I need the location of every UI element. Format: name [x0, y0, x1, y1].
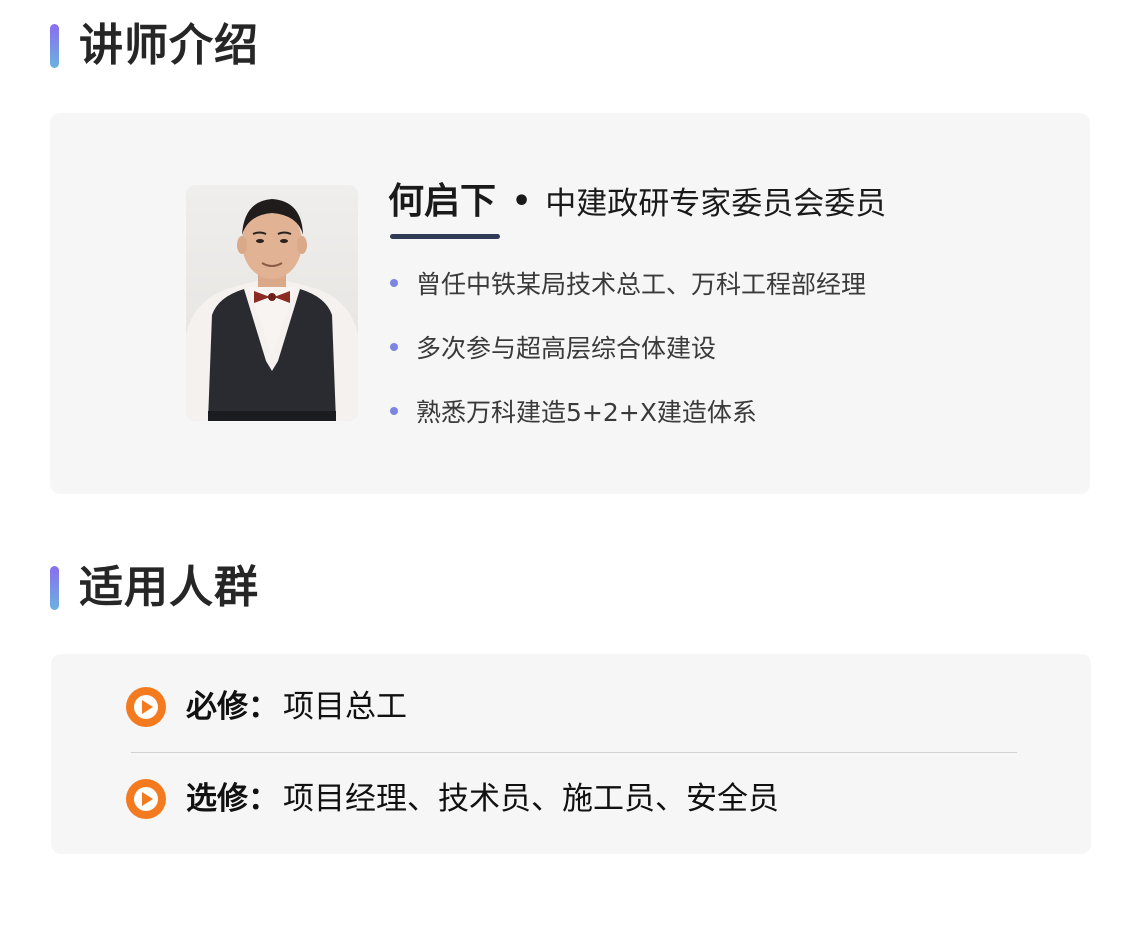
- name-underline: [390, 234, 500, 239]
- instructor-section-title: 讲师介绍: [79, 20, 259, 71]
- bullet-dot-icon: [390, 279, 398, 287]
- instructor-photo: [186, 185, 358, 421]
- list-item: 熟悉万科建造5+2+X建造体系: [390, 391, 866, 431]
- bullet-text: 曾任中铁某局技术总工、万科工程部经理: [416, 270, 867, 299]
- name-separator: •: [512, 184, 532, 219]
- instructor-role: 中建政研专家委员会委员: [545, 186, 887, 222]
- bullet-text: 多次参与超高层综合体建设: [416, 334, 717, 363]
- title-accent-bar: [50, 24, 59, 68]
- instructor-name: 何启下: [388, 181, 497, 222]
- bullet-dot-icon: [390, 343, 398, 351]
- elective-row: 选修： 项目经理、技术员、施工员、安全员: [126, 776, 779, 822]
- bullet-text: 熟悉万科建造5+2+X建造体系: [416, 398, 757, 427]
- instructor-section-header: 讲师介绍: [50, 18, 259, 74]
- title-accent-bar: [50, 566, 59, 610]
- audience-section-title: 适用人群: [79, 562, 259, 613]
- instructor-name-wrap: 何启下: [388, 179, 500, 239]
- play-circle-icon: [126, 779, 166, 819]
- instructor-card: 何启下 • 中建政研专家委员会委员 曾任中铁某局技术总工、万科工程部经理 多次参…: [50, 113, 1090, 494]
- play-circle-icon: [126, 687, 166, 727]
- list-item: 多次参与超高层综合体建设: [390, 327, 866, 367]
- elective-label: 选修：: [186, 781, 279, 817]
- instructor-bullets: 曾任中铁某局技术总工、万科工程部经理 多次参与超高层综合体建设 熟悉万科建造5+…: [390, 263, 866, 455]
- required-label: 必修：: [186, 689, 279, 725]
- bullet-dot-icon: [390, 407, 398, 415]
- audience-section-header: 适用人群: [50, 560, 259, 616]
- instructor-name-row: 何启下 • 中建政研专家委员会委员: [388, 179, 886, 239]
- list-item: 曾任中铁某局技术总工、万科工程部经理: [390, 263, 866, 303]
- required-row: 必修： 项目总工: [126, 684, 407, 730]
- required-value: 项目总工: [283, 689, 407, 725]
- audience-divider: [131, 752, 1017, 753]
- elective-value: 项目经理、技术员、施工员、安全员: [283, 781, 779, 817]
- audience-card: 必修： 项目总工 选修： 项目经理、技术员、施工员、安全员: [51, 654, 1091, 854]
